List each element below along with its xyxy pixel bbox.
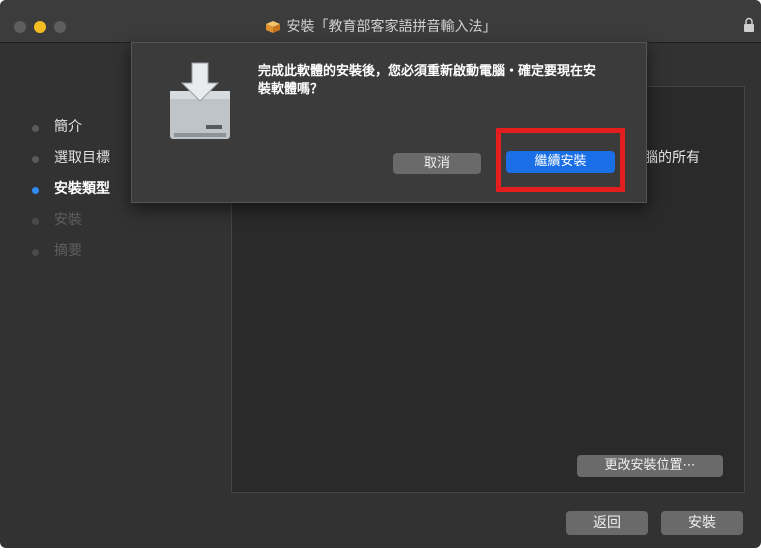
installer-window: 安裝「教育部客家語拼音輸入法」 簡介 選取目標 安裝類型 安裝 摘要 腦的所有 …	[0, 0, 761, 548]
step-summary: 摘要	[30, 236, 110, 267]
title-bar: 安裝「教育部客家語拼音輸入法」	[0, 0, 761, 43]
step-install: 安裝	[30, 205, 110, 236]
step-dot-icon	[32, 125, 39, 132]
step-install-type: 安裝類型	[30, 174, 110, 205]
package-icon	[265, 21, 280, 33]
lock-icon[interactable]	[743, 17, 755, 33]
step-label: 簡介	[54, 119, 82, 135]
highlight-annotation	[496, 128, 625, 192]
step-introduction: 簡介	[30, 112, 110, 143]
step-dot-icon	[32, 249, 39, 256]
step-destination: 選取目標	[30, 143, 110, 174]
window-title-wrap: 安裝「教育部客家語拼音輸入法」	[0, 17, 761, 37]
step-label: 選取目標	[54, 150, 110, 166]
step-list: 簡介 選取目標 安裝類型 安裝 摘要	[30, 112, 110, 267]
step-dot-icon	[32, 187, 39, 194]
step-label: 摘要	[54, 243, 82, 259]
panel-description-text: 腦的所有	[644, 150, 700, 166]
cancel-button[interactable]: 取消	[393, 153, 481, 174]
dialog-message: 完成此軟體的安裝後，您必須重新啟動電腦・確定要現在安裝軟體嗎？	[258, 64, 597, 97]
window-title: 安裝「教育部客家語拼音輸入法」	[286, 19, 497, 35]
step-label: 安裝	[54, 212, 82, 228]
install-button[interactable]: 安裝	[661, 511, 743, 535]
step-dot-icon	[32, 156, 39, 163]
step-label: 安裝類型	[54, 181, 110, 197]
step-dot-icon	[32, 218, 39, 225]
back-button[interactable]: 返回	[566, 511, 648, 535]
installer-disk-icon	[170, 62, 230, 139]
change-install-location-button[interactable]: 更改安裝位置⋯	[577, 455, 723, 477]
